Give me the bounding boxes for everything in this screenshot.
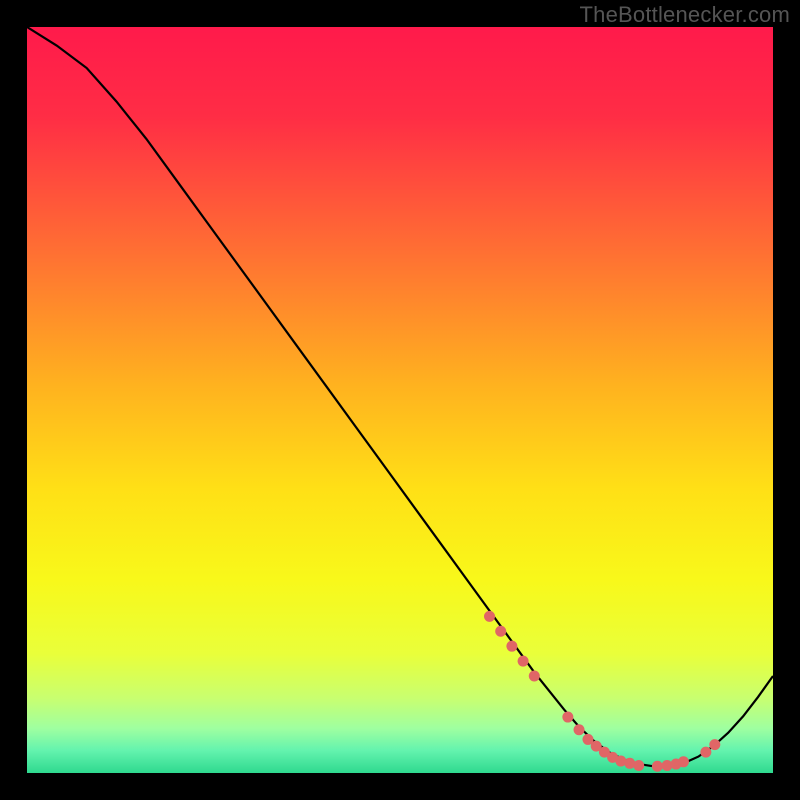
highlight-point bbox=[709, 739, 720, 750]
highlight-point bbox=[529, 671, 540, 682]
highlight-point bbox=[678, 756, 689, 767]
gradient-background bbox=[27, 27, 773, 773]
highlight-point bbox=[484, 611, 495, 622]
attribution-text: TheBottlenecker.com bbox=[580, 2, 790, 28]
highlight-point bbox=[574, 724, 585, 735]
highlight-point bbox=[633, 760, 644, 771]
highlight-point bbox=[495, 626, 506, 637]
highlight-point bbox=[700, 747, 711, 758]
chart-svg bbox=[27, 27, 773, 773]
chart-frame: TheBottlenecker.com bbox=[0, 0, 800, 800]
highlight-point bbox=[652, 761, 663, 772]
plot-area bbox=[27, 27, 773, 773]
highlight-point bbox=[506, 641, 517, 652]
highlight-point bbox=[518, 656, 529, 667]
highlight-point bbox=[562, 712, 573, 723]
